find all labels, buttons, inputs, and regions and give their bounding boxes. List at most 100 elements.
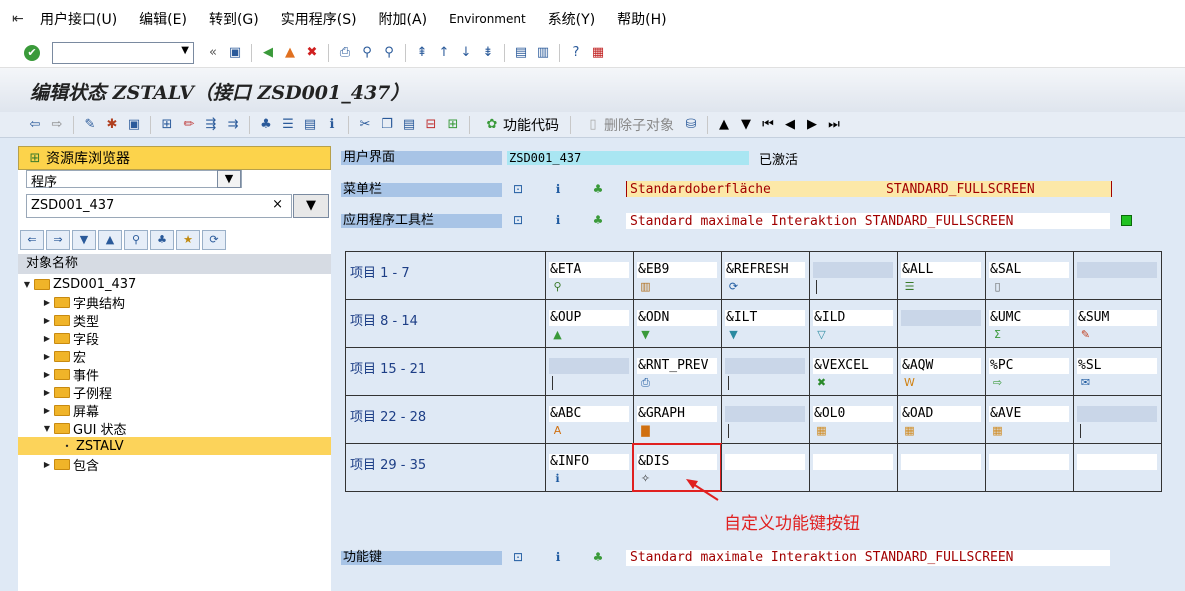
menu-system[interactable]: 系统(Y) xyxy=(548,9,595,29)
function-key-cell[interactable]: &EB9 ▥ xyxy=(633,252,721,299)
tree-node[interactable]: ▶ 字典结构 xyxy=(18,293,331,312)
tree-node[interactable]: ▶ 事件 xyxy=(18,365,331,384)
navigate-icon[interactable]: ⇉ xyxy=(224,116,242,134)
delete-row-icon[interactable]: ⊟ xyxy=(422,116,440,134)
expand-icon[interactable]: ⊡ xyxy=(510,212,526,228)
menu-help[interactable]: 帮助(H) xyxy=(617,9,666,29)
clear-icon[interactable]: × xyxy=(272,197,283,212)
hierarchy-icon[interactable]: ♣ xyxy=(150,230,174,250)
function-code-field[interactable]: &VEXCEL xyxy=(813,358,893,374)
align-icon[interactable]: ☰ xyxy=(279,116,297,134)
forward-arrow-icon[interactable]: ⇨ xyxy=(48,116,66,134)
collapsed-arrow-icon[interactable]: ▶ xyxy=(42,370,52,379)
tree-node[interactable]: • ZSTALV xyxy=(18,437,331,455)
expanded-arrow-icon[interactable]: ▼ xyxy=(22,280,32,289)
function-key-cell[interactable] xyxy=(1073,444,1161,491)
delete-subobject-button[interactable]: ▯ 删除子对象 xyxy=(582,115,674,135)
sap-menu-icon[interactable]: ⇤ xyxy=(12,11,28,27)
stack-icon[interactable]: ⛁ xyxy=(682,116,700,134)
favorites-icon[interactable]: ★ xyxy=(176,230,200,250)
function-code-field[interactable]: &SUM xyxy=(1077,310,1157,326)
customize-layout-icon[interactable]: ▦ xyxy=(589,44,607,62)
collapsed-arrow-icon[interactable]: ▶ xyxy=(42,460,52,469)
previous-page-icon[interactable]: ↑ xyxy=(435,44,453,62)
function-code-button[interactable]: ✿ 功能代码 xyxy=(481,115,559,135)
function-key-cell[interactable]: &SAL ▯ xyxy=(985,252,1073,299)
function-key-cell[interactable]: &AQW W xyxy=(897,348,985,395)
table-view-icon[interactable]: ▤ xyxy=(301,116,319,134)
function-code-field[interactable]: &ABC xyxy=(549,406,629,422)
insert-row-icon[interactable]: ⊞ xyxy=(444,116,462,134)
hierarchy-icon[interactable]: ♣ xyxy=(590,212,606,228)
find-next-icon[interactable]: ⚲ xyxy=(380,44,398,62)
tree-node[interactable]: ▶ 屏幕 xyxy=(18,401,331,420)
function-code-field[interactable]: &REFRESH xyxy=(725,262,805,278)
expand-icon[interactable]: ⊡ xyxy=(510,549,526,565)
tree-node[interactable]: ▶ 字段 xyxy=(18,329,331,348)
function-key-cell[interactable] xyxy=(897,300,985,347)
save-icon[interactable]: ▣ xyxy=(226,44,244,62)
info-icon[interactable]: ℹ xyxy=(550,181,566,197)
down-level-icon[interactable]: ▲ xyxy=(98,230,122,250)
hierarchy-icon[interactable]: ♣ xyxy=(590,549,606,565)
function-key-cell[interactable] xyxy=(721,396,809,443)
function-code-field[interactable]: &UMC xyxy=(989,310,1069,326)
first-icon[interactable]: ⏮ xyxy=(759,116,777,134)
function-code-field[interactable]: &ALL xyxy=(901,262,981,278)
function-key-cell[interactable]: &OUP ▲ xyxy=(545,300,633,347)
hierarchy-icon[interactable]: ♣ xyxy=(590,181,606,197)
panel-splitter[interactable] xyxy=(331,146,338,591)
collapsed-arrow-icon[interactable]: ▶ xyxy=(42,406,52,415)
collapsed-arrow-icon[interactable]: ▶ xyxy=(42,316,52,325)
next-object-icon[interactable]: ⇒ xyxy=(46,230,70,250)
last-page-icon[interactable]: ⇟ xyxy=(479,44,497,62)
where-used-icon[interactable]: ⇶ xyxy=(202,116,220,134)
pencil-icon[interactable]: ✏ xyxy=(180,116,198,134)
function-code-field[interactable]: &SAL xyxy=(989,262,1069,278)
last-icon[interactable]: ⏭ xyxy=(825,116,843,134)
function-key-cell[interactable] xyxy=(545,348,633,395)
find-icon[interactable]: ⚲ xyxy=(358,44,376,62)
function-key-cell[interactable] xyxy=(721,348,809,395)
function-code-field[interactable]: &INFO xyxy=(549,454,629,470)
function-code-field[interactable] xyxy=(1077,454,1157,470)
tree-node[interactable]: ▼ ZSD001_437 xyxy=(18,275,331,293)
function-code-field[interactable]: &ODN xyxy=(637,310,717,326)
function-code-field[interactable]: &ILD xyxy=(813,310,893,326)
function-key-cell[interactable] xyxy=(721,444,809,491)
function-code-field[interactable] xyxy=(725,358,805,374)
info-icon[interactable]: ℹ xyxy=(323,116,341,134)
tree-node[interactable]: ▶ 子例程 xyxy=(18,383,331,402)
menu-extras[interactable]: 附加(A) xyxy=(379,9,428,29)
exit-icon[interactable]: ▲ xyxy=(281,44,299,62)
repository-browser-header[interactable]: ⊞ 资源库浏览器 xyxy=(18,146,331,170)
tree-node[interactable]: ▶ 宏 xyxy=(18,347,331,366)
function-key-cell[interactable] xyxy=(809,444,897,491)
function-key-cell[interactable]: %PC ⇨ xyxy=(985,348,1073,395)
function-code-field[interactable]: &ETA xyxy=(549,262,629,278)
display-change-icon[interactable]: ✎ xyxy=(81,116,99,134)
collapsed-arrow-icon[interactable]: ▶ xyxy=(42,352,52,361)
function-key-cell[interactable]: &ODN ▼ xyxy=(633,300,721,347)
scroll-up-icon[interactable]: ▲ xyxy=(715,116,733,134)
menu-environment[interactable]: Environment xyxy=(449,12,526,26)
function-code-field[interactable] xyxy=(813,262,893,278)
function-key-cell[interactable] xyxy=(1073,396,1161,443)
function-key-cell[interactable]: &OL0 ▦ xyxy=(809,396,897,443)
function-code-field[interactable]: &DIS xyxy=(637,454,717,470)
collapsed-arrow-icon[interactable]: ▶ xyxy=(42,334,52,343)
function-code-field[interactable]: &GRAPH xyxy=(637,406,717,422)
menu-utilities[interactable]: 实用程序(S) xyxy=(281,9,357,29)
scroll-down-icon[interactable]: ▼ xyxy=(737,116,755,134)
leaf-bullet-icon[interactable]: • xyxy=(62,442,72,451)
function-key-cell[interactable]: &DIS ✧ xyxy=(632,443,722,492)
binoculars-icon[interactable]: ⚲ xyxy=(124,230,148,250)
function-code-field[interactable]: &RNT_PREV xyxy=(637,358,717,374)
enter-icon[interactable]: ✔ xyxy=(24,44,40,61)
collapse-command-icon[interactable]: « xyxy=(204,44,222,62)
function-key-cell[interactable]: &ETA ⚲ xyxy=(545,252,633,299)
object-name-dropdown-button[interactable]: ▼ xyxy=(293,194,329,218)
function-key-cell[interactable]: &UMC Σ xyxy=(985,300,1073,347)
menu-user-interface[interactable]: 用户接口(U) xyxy=(40,9,117,29)
function-code-field[interactable] xyxy=(813,454,893,470)
